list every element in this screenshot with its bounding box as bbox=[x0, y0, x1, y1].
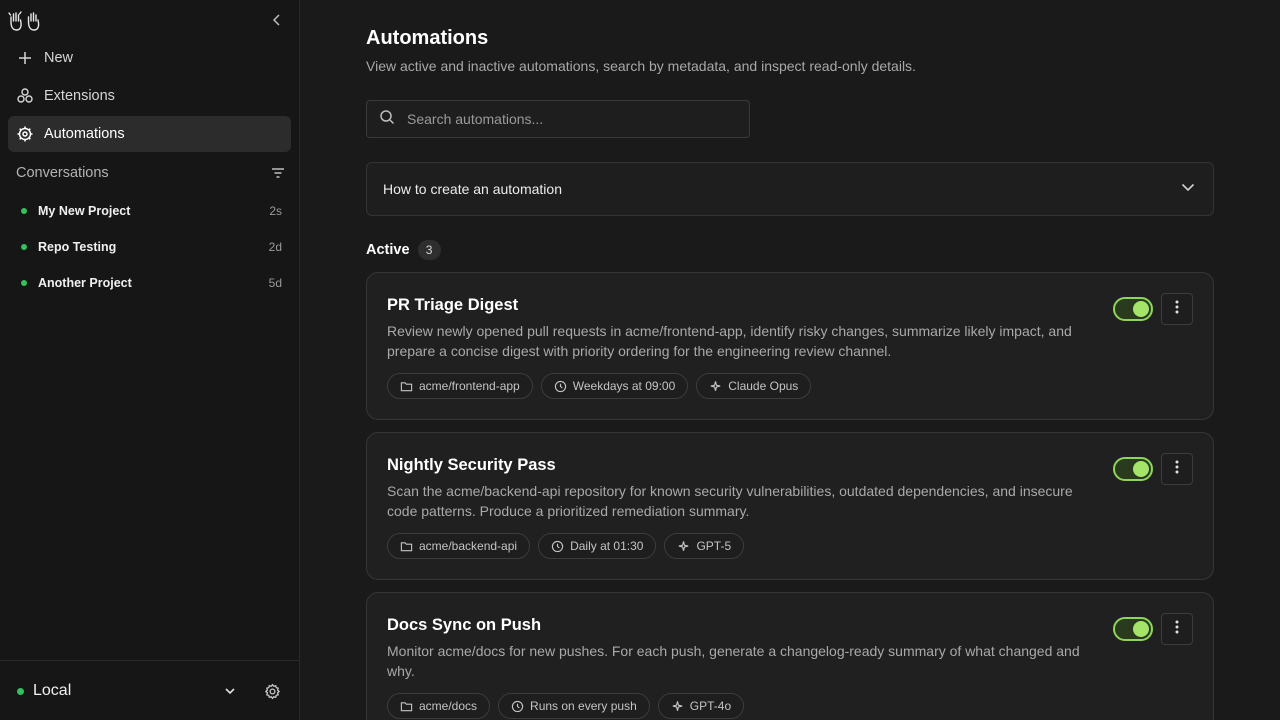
more-vertical-icon bbox=[1175, 460, 1179, 479]
model-label: Claude Opus bbox=[728, 379, 799, 393]
sparkle-icon bbox=[709, 380, 722, 393]
conversations-title: Conversations bbox=[16, 165, 109, 181]
model-chip: Claude Opus bbox=[696, 373, 812, 399]
enabled-toggle[interactable] bbox=[1113, 617, 1153, 641]
automation-description: Review newly opened pull requests in acm… bbox=[387, 323, 1072, 359]
enabled-toggle[interactable] bbox=[1113, 297, 1153, 321]
schedule-label: Weekdays at 09:00 bbox=[572, 379, 676, 393]
automation-title: PR Triage Digest bbox=[387, 296, 519, 314]
automation-card[interactable]: Nightly Security Pass Scan the acme/back… bbox=[366, 432, 1214, 580]
more-options-button[interactable] bbox=[1161, 453, 1193, 485]
main-content: Automations View active and inactive aut… bbox=[300, 0, 1280, 720]
collapse-sidebar-icon[interactable] bbox=[268, 11, 286, 29]
schedule-chip: Runs on every push bbox=[498, 693, 650, 719]
conversation-name: My New Project bbox=[38, 204, 131, 218]
clock-icon bbox=[511, 700, 524, 713]
repo-chip: acme/frontend-app bbox=[387, 373, 533, 399]
accordion-label: How to create an automation bbox=[383, 181, 562, 197]
repo-chip: acme/docs bbox=[387, 693, 491, 719]
conversation-item[interactable]: Another Project 5d bbox=[16, 271, 282, 295]
automation-meta: acme/docs Runs on every push GPT-4o bbox=[387, 693, 745, 719]
nav-extensions-label: Extensions bbox=[44, 88, 115, 104]
schedule-chip: Weekdays at 09:00 bbox=[540, 373, 689, 399]
repo-chip: acme/backend-api bbox=[387, 533, 531, 559]
chevron-down-icon bbox=[1179, 178, 1197, 201]
more-options-button[interactable] bbox=[1161, 613, 1193, 645]
search-input[interactable] bbox=[407, 111, 727, 127]
nav-automations[interactable]: Automations bbox=[8, 116, 291, 152]
schedule-chip: Daily at 01:30 bbox=[538, 533, 657, 559]
how-to-create-accordion[interactable]: How to create an automation bbox=[366, 162, 1214, 216]
extensions-icon bbox=[16, 87, 34, 105]
waving-hands-icon[interactable] bbox=[8, 8, 42, 34]
model-chip: GPT-4o bbox=[657, 693, 745, 719]
clock-icon bbox=[551, 540, 564, 553]
filter-icon[interactable] bbox=[270, 165, 286, 181]
section-title: Active bbox=[366, 242, 410, 258]
conversation-time: 2s bbox=[269, 204, 282, 218]
repo-label: acme/backend-api bbox=[419, 539, 518, 553]
count-badge: 3 bbox=[417, 240, 441, 260]
page-subtitle: View active and inactive automations, se… bbox=[366, 58, 916, 74]
repo-label: acme/docs bbox=[419, 699, 478, 713]
automation-title: Nightly Security Pass bbox=[387, 456, 556, 474]
toggle-knob bbox=[1133, 301, 1149, 317]
sparkle-icon bbox=[677, 540, 690, 553]
gear-icon[interactable] bbox=[264, 683, 281, 700]
nav-new-label: New bbox=[44, 50, 74, 66]
model-chip: GPT-5 bbox=[664, 533, 745, 559]
schedule-label: Runs on every push bbox=[530, 699, 637, 713]
automation-card[interactable]: PR Triage Digest Review newly opened pul… bbox=[366, 272, 1214, 420]
plus-icon bbox=[16, 49, 34, 67]
search-icon bbox=[379, 109, 395, 130]
page-title: Automations bbox=[366, 27, 489, 49]
status-dot bbox=[21, 280, 27, 286]
more-vertical-icon bbox=[1175, 300, 1179, 319]
status-dot bbox=[21, 208, 27, 214]
model-label: GPT-5 bbox=[696, 539, 732, 553]
nav-new[interactable]: New bbox=[8, 40, 291, 76]
chevron-down-icon[interactable] bbox=[222, 683, 238, 699]
status-dot bbox=[21, 244, 27, 250]
repo-label: acme/frontend-app bbox=[419, 379, 520, 393]
environment-status-dot bbox=[17, 688, 24, 695]
sidebar: New Extensions Automations Conversations… bbox=[0, 0, 300, 720]
enabled-toggle[interactable] bbox=[1113, 457, 1153, 481]
search-box[interactable] bbox=[366, 100, 750, 138]
model-label: GPT-4o bbox=[689, 699, 732, 713]
conversation-item[interactable]: Repo Testing 2d bbox=[16, 235, 282, 259]
automation-description: Monitor acme/docs for new pushes. For ea… bbox=[387, 643, 1080, 679]
schedule-label: Daily at 01:30 bbox=[570, 539, 644, 553]
conversations-header: Conversations bbox=[16, 164, 286, 182]
automation-meta: acme/backend-api Daily at 01:30 GPT-5 bbox=[387, 533, 745, 559]
nav-automations-label: Automations bbox=[44, 126, 125, 142]
automation-meta: acme/frontend-app Weekdays at 09:00 Clau… bbox=[387, 373, 812, 399]
folder-icon bbox=[400, 700, 413, 713]
environment-label[interactable]: Local bbox=[33, 682, 71, 700]
conversation-name: Repo Testing bbox=[38, 240, 117, 254]
toggle-knob bbox=[1133, 621, 1149, 637]
conversation-time: 2d bbox=[268, 240, 282, 254]
sparkle-icon bbox=[671, 700, 684, 713]
toggle-knob bbox=[1133, 461, 1149, 477]
automations-gear-icon bbox=[16, 125, 34, 143]
active-section-header: Active 3 bbox=[366, 240, 441, 260]
sidebar-footer: Local bbox=[0, 660, 299, 720]
folder-icon bbox=[400, 380, 413, 393]
nav-extensions[interactable]: Extensions bbox=[8, 78, 291, 114]
conversation-time: 5d bbox=[268, 276, 282, 290]
clock-icon bbox=[554, 380, 567, 393]
folder-icon bbox=[400, 540, 413, 553]
automation-title: Docs Sync on Push bbox=[387, 616, 542, 634]
more-options-button[interactable] bbox=[1161, 293, 1193, 325]
automation-description: Scan the acme/backend-api repository for… bbox=[387, 483, 1073, 519]
more-vertical-icon bbox=[1175, 620, 1179, 639]
automation-card[interactable]: Docs Sync on Push Monitor acme/docs for … bbox=[366, 592, 1214, 720]
conversation-item[interactable]: My New Project 2s bbox=[16, 199, 282, 223]
conversation-name: Another Project bbox=[38, 276, 132, 290]
